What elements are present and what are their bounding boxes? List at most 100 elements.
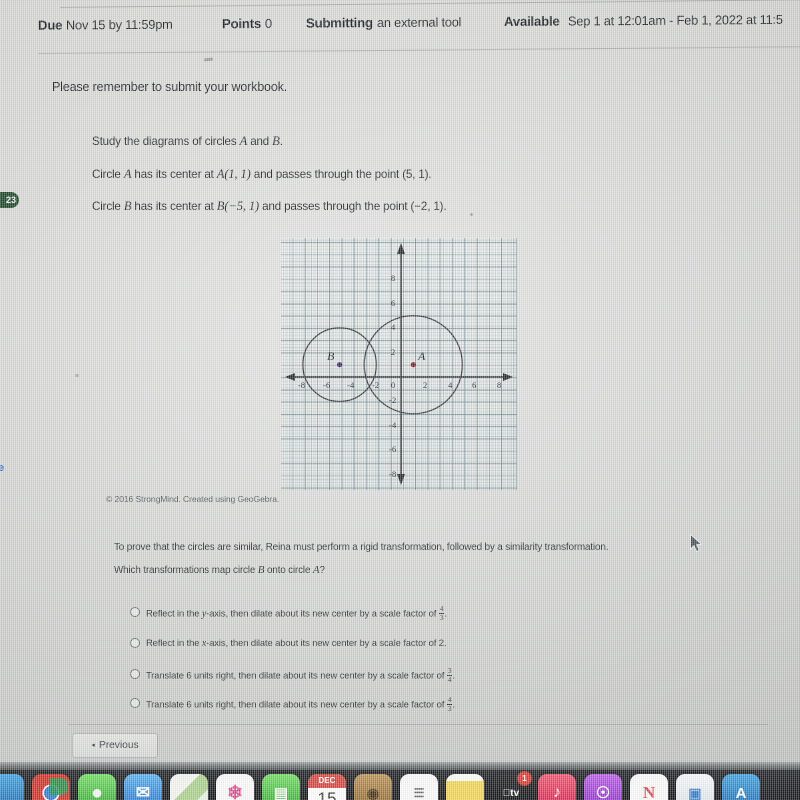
choice2-pre: Reflect in the	[146, 637, 202, 648]
graph-credit: © 2016 StrongMind. Created using GeoGebr…	[106, 494, 280, 504]
maps-icon[interactable]	[170, 774, 208, 800]
footer-divider	[68, 724, 768, 725]
prompt2-pre: Which transformations map circle	[114, 565, 258, 576]
previous-arrow-icon: ◂	[91, 742, 95, 749]
radio-button-icon[interactable]	[130, 638, 140, 648]
circle-a-post: and passes through the point (5, 1).	[250, 168, 432, 181]
appletv-icon[interactable]: tv 1	[492, 771, 532, 800]
answer-choice-2-text: Reflect in the x-axis, then dilate about…	[146, 636, 446, 650]
calendar-icon[interactable]: DEC 15	[308, 774, 346, 800]
header-divider-bottom	[37, 46, 800, 54]
circle-b-post: and passes through the point (−2, 1).	[259, 200, 447, 213]
point-b-center-dot	[337, 362, 343, 368]
submitting-value: an external tool	[376, 14, 462, 31]
ytick-8: 8	[391, 273, 396, 283]
assignment-page: Due Nov 15 by 11:59pm Points 0 Submittin…	[0, 0, 800, 800]
choice3-pre: Translate 6 units right, then dilate abo…	[146, 669, 447, 681]
ytick-6: 6	[391, 298, 396, 308]
header-divider-top	[59, 0, 800, 8]
xtick--6: -6	[323, 380, 331, 390]
label-point-b: B	[327, 349, 335, 363]
circle-b-pre: Circle	[92, 200, 124, 213]
circle-b-center: B(−5, 1)	[216, 199, 260, 213]
radio-button-icon[interactable]	[130, 669, 140, 679]
xtick--8: -8	[298, 380, 306, 390]
notification-badge: 1	[517, 771, 532, 786]
study-circle-a: A	[239, 134, 248, 148]
calendar-month-label: DEC	[308, 774, 346, 788]
graph-vector-layer	[285, 243, 513, 485]
photos-icon[interactable]: ❄	[216, 774, 254, 800]
coordinate-graph: -8 -6 -4 -2 0 2 4 6 8 -8 -6 -4 -2 2 4 6 …	[281, 238, 517, 490]
notes-icon[interactable]	[446, 774, 484, 800]
dock-icon-row: ● ✉ ❄ ▤ DEC 15 ◉ ☰ tv 1 ♪ ☉ N ▣ A	[0, 771, 760, 800]
page-smudge-mark	[203, 57, 214, 62]
chrome-icon[interactable]	[32, 774, 70, 800]
point-a-center-dot	[410, 362, 416, 368]
y-axis-arrow-down	[397, 474, 405, 485]
study-circle-b: B	[272, 134, 280, 148]
ytick--2: -2	[389, 395, 397, 405]
reminders-icon[interactable]: ☰	[400, 774, 438, 800]
edge-letter-artifact: e	[0, 462, 5, 474]
contacts-icon[interactable]: ◉	[354, 774, 392, 800]
circle-a-pre: Circle	[92, 168, 124, 181]
circle-a-center: A(1, 1)	[216, 167, 251, 181]
mouse-cursor-icon	[690, 534, 703, 553]
previous-button[interactable]: ◂ Previous	[72, 733, 158, 758]
facetime-icon[interactable]: ▤	[262, 774, 300, 800]
study-text-post: .	[279, 135, 283, 148]
due-label: Due	[37, 17, 63, 33]
xtick-0: 0	[391, 380, 396, 390]
music-icon[interactable]: ♪	[538, 774, 576, 800]
news-icon[interactable]: N	[630, 774, 668, 800]
x-axis-arrow-left	[285, 373, 295, 381]
radio-button-icon[interactable]	[130, 698, 140, 708]
choice3-post: .	[452, 669, 455, 681]
ytick--6: -6	[389, 444, 397, 454]
xtick-2: 2	[423, 380, 428, 390]
radio-button-icon[interactable]	[130, 607, 140, 617]
workbook-reminder: Please remember to submit your workbook.	[52, 80, 288, 94]
prompt2-post: ?	[319, 565, 325, 576]
ytick-2: 2	[391, 347, 396, 357]
xtick--4: -4	[347, 380, 355, 390]
study-text-pre: Study the diagrams of circles	[92, 135, 240, 148]
label-point-a: A	[418, 349, 426, 363]
study-instruction: Study the diagrams of circles A and B.	[92, 134, 283, 149]
prompt-line-1: To prove that the circles are similar, R…	[114, 542, 609, 553]
answer-choice-1-text: Reflect in the y-axis, then dilate about…	[146, 605, 447, 622]
macos-dock[interactable]: ● ✉ ❄ ▤ DEC 15 ◉ ☰ tv 1 ♪ ☉ N ▣ A	[0, 770, 800, 800]
prompt2-mid: onto circle	[264, 565, 313, 576]
calendar-day-label: 15	[317, 789, 337, 800]
xtick--2: -2	[372, 380, 380, 390]
mail-icon[interactable]: ✉	[124, 774, 162, 800]
messages-icon[interactable]: ●	[78, 774, 116, 800]
choice4-pre: Translate 6 units right, then dilate abo…	[146, 698, 447, 710]
circle-a-description: Circle A has its center at A(1, 1) and p…	[92, 167, 432, 182]
choice4-post: .	[452, 698, 455, 710]
notification-count-badge: 23	[0, 192, 19, 208]
circle-b-mid: has its center at	[131, 200, 217, 213]
xtick-6: 6	[472, 380, 477, 390]
appstore-icon[interactable]: A	[722, 774, 760, 800]
podcasts-icon[interactable]: ☉	[584, 774, 622, 800]
answer-choice-3-text: Translate 6 units right, then dilate abo…	[146, 667, 455, 684]
ytick--8: -8	[389, 469, 397, 479]
answer-choice-4-text: Translate 6 units right, then dilate abo…	[146, 696, 455, 713]
page-dot-artifact-2	[470, 213, 473, 216]
finder-icon[interactable]	[0, 774, 24, 800]
xtick-8: 8	[497, 380, 502, 390]
choice1-post: .	[444, 607, 447, 619]
choice1-pre: Reflect in the	[146, 607, 202, 619]
available-value: Sep 1 at 12:01am - Feb 1, 2022 at 11:5	[567, 11, 783, 29]
keynote-icon[interactable]: ▣	[676, 774, 714, 800]
x-axis-arrow-right	[503, 373, 513, 381]
circle-b-description: Circle B has its center at B(−5, 1) and …	[92, 199, 447, 214]
submitting-label: Submitting	[305, 15, 373, 31]
points-label: Points	[221, 15, 262, 32]
circle-a-mid: has its center at	[131, 168, 217, 181]
prompt-line-2: Which transformations map circle B onto …	[114, 564, 325, 576]
assignment-meta-bar: Due Nov 15 by 11:59pm Points 0 Submittin…	[0, 10, 800, 42]
ytick-4: 4	[391, 322, 396, 332]
